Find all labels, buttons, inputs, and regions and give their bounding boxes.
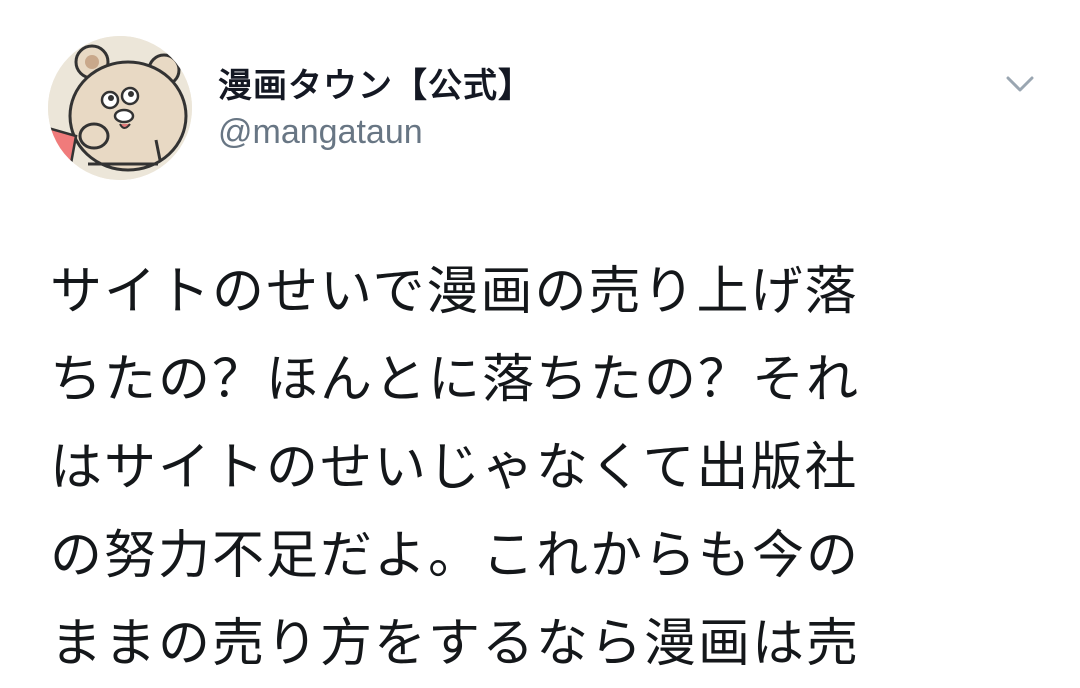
- tweet-card: 漫画タウン【公式】 @mangataun サイトのせいで漫画の売り上げ落 ちたの…: [0, 0, 1080, 674]
- tweet-text-line: の努力不足だよ。これからも今の: [50, 526, 861, 586]
- chevron-down-icon: [1006, 76, 1034, 92]
- tweet-text-line: ままの売り方をするなら漫画は売: [50, 614, 861, 674]
- bear-avatar-icon: [48, 36, 192, 180]
- tweet-menu-button[interactable]: [1000, 64, 1040, 104]
- author-display-name[interactable]: 漫画タウン【公式】: [218, 58, 533, 107]
- tweet-text-line: サイトのせいで漫画の売り上げ落: [50, 262, 859, 322]
- author-avatar[interactable]: [48, 36, 192, 180]
- tweet-text-line: ちたの？ほんとに落ちたの？それ: [50, 350, 861, 410]
- tweet-text: サイトのせいで漫画の売り上げ落 ちたの？ほんとに落ちたの？それ はサイトのせいじ…: [50, 248, 1050, 688]
- tweet-text-line: はサイトのせいじゃなくて出版社: [50, 438, 859, 498]
- author-handle[interactable]: @mangataun: [218, 113, 423, 152]
